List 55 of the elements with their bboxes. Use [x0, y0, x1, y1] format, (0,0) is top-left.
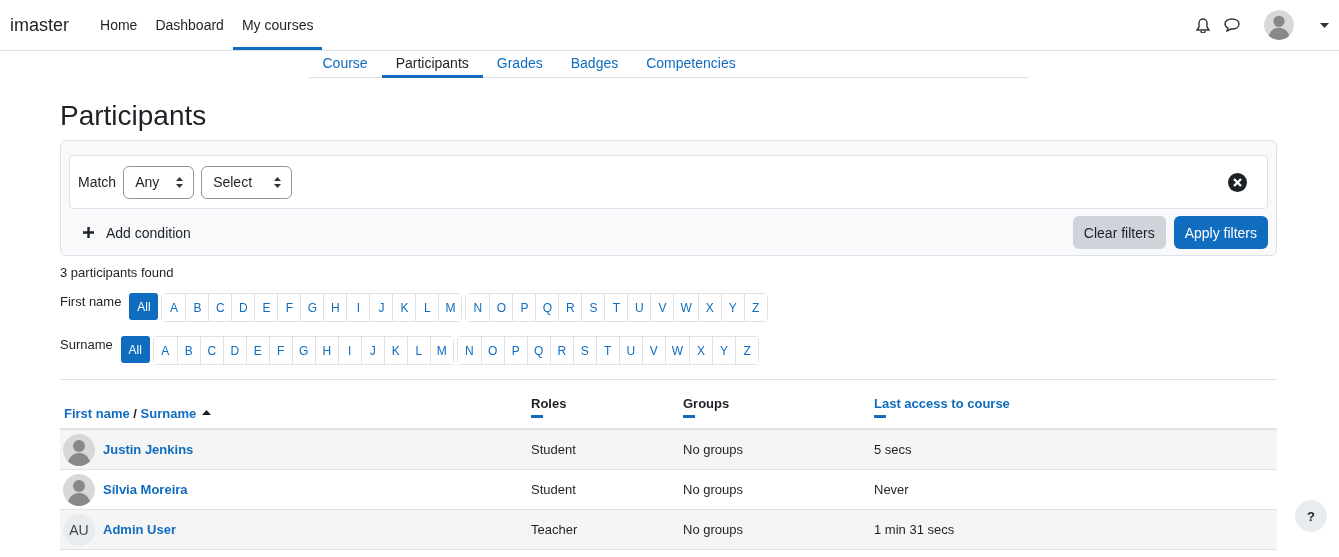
column-header[interactable]: Last access to course	[874, 396, 1277, 411]
course-tab[interactable]: Participants	[381, 51, 483, 78]
nav-link[interactable]: Dashboard	[146, 0, 233, 50]
help-button[interactable]: ?	[1295, 500, 1327, 532]
apply-filters-button[interactable]: Apply filters	[1173, 216, 1268, 249]
course-tab[interactable]: Grades	[482, 51, 557, 78]
surname-sort-link[interactable]: Surname	[140, 406, 197, 421]
nav-link[interactable]: My courses	[232, 0, 323, 50]
sort-icon	[274, 176, 282, 188]
bell-icon[interactable]	[1196, 17, 1210, 33]
table-cell-text: No groups	[682, 442, 744, 457]
table-cell-text: Never	[873, 482, 910, 497]
add-condition-button[interactable]: Add condition	[69, 224, 205, 241]
match-label: Match	[78, 174, 117, 190]
initial-letter-button[interactable]: M	[429, 337, 453, 364]
table-cell-text: No groups	[682, 482, 744, 497]
plus-icon	[83, 227, 94, 238]
initial-all-button[interactable]: All	[120, 336, 150, 363]
page-title: Participants	[60, 100, 208, 132]
person-silhouette-icon	[63, 433, 95, 466]
remove-row-icon[interactable]	[1228, 172, 1247, 192]
table-cell-text: No groups	[682, 522, 744, 537]
column-header[interactable]: Roles	[531, 396, 679, 411]
participants-count: 3 participants found	[60, 265, 175, 280]
column-header[interactable]: Groups	[683, 396, 870, 411]
site-brand[interactable]: imaster	[10, 14, 69, 36]
initial-letter-button[interactable]: Z	[743, 294, 767, 321]
person-silhouette-icon	[63, 473, 95, 506]
participant-name-link[interactable]: Admin User	[103, 522, 176, 537]
participant-name-link[interactable]: Justin Jenkins	[103, 442, 194, 457]
table-cell-text: Teacher	[530, 522, 579, 537]
course-tab[interactable]: Course	[308, 51, 382, 78]
clear-filters-button[interactable]: Clear filters	[1072, 216, 1166, 249]
initials-label: Surname	[60, 337, 113, 352]
condition-select[interactable]: Select	[201, 165, 293, 199]
initial-all-button[interactable]: All	[129, 293, 159, 320]
nav-link[interactable]: Home	[91, 0, 147, 50]
initial-letter-button[interactable]: Z	[735, 337, 759, 364]
sort-icon	[176, 176, 184, 188]
table-cell-text: Student	[530, 482, 577, 497]
initial-letter-button[interactable]: M	[438, 294, 462, 321]
user-initials: AU	[69, 521, 89, 538]
match-select[interactable]: Any	[123, 165, 195, 199]
caret-icon[interactable]	[1320, 22, 1329, 28]
course-tab[interactable]: Competencies	[632, 51, 750, 78]
initials-label: First name	[60, 294, 122, 309]
table-cell-text: 5 secs	[873, 442, 913, 457]
person-silhouette-icon	[1264, 10, 1294, 40]
first-name-sort-link[interactable]: First name	[64, 406, 130, 421]
participant-name-link[interactable]: Sílvia Moreira	[103, 482, 188, 497]
table-cell-text: 1 min 31 secs	[873, 522, 956, 537]
table-cell-text: Student	[530, 442, 577, 457]
chat-bubble-icon[interactable]	[1224, 18, 1240, 32]
name-column-header: First name / Surname	[64, 406, 197, 421]
course-tab[interactable]: Badges	[556, 51, 633, 78]
